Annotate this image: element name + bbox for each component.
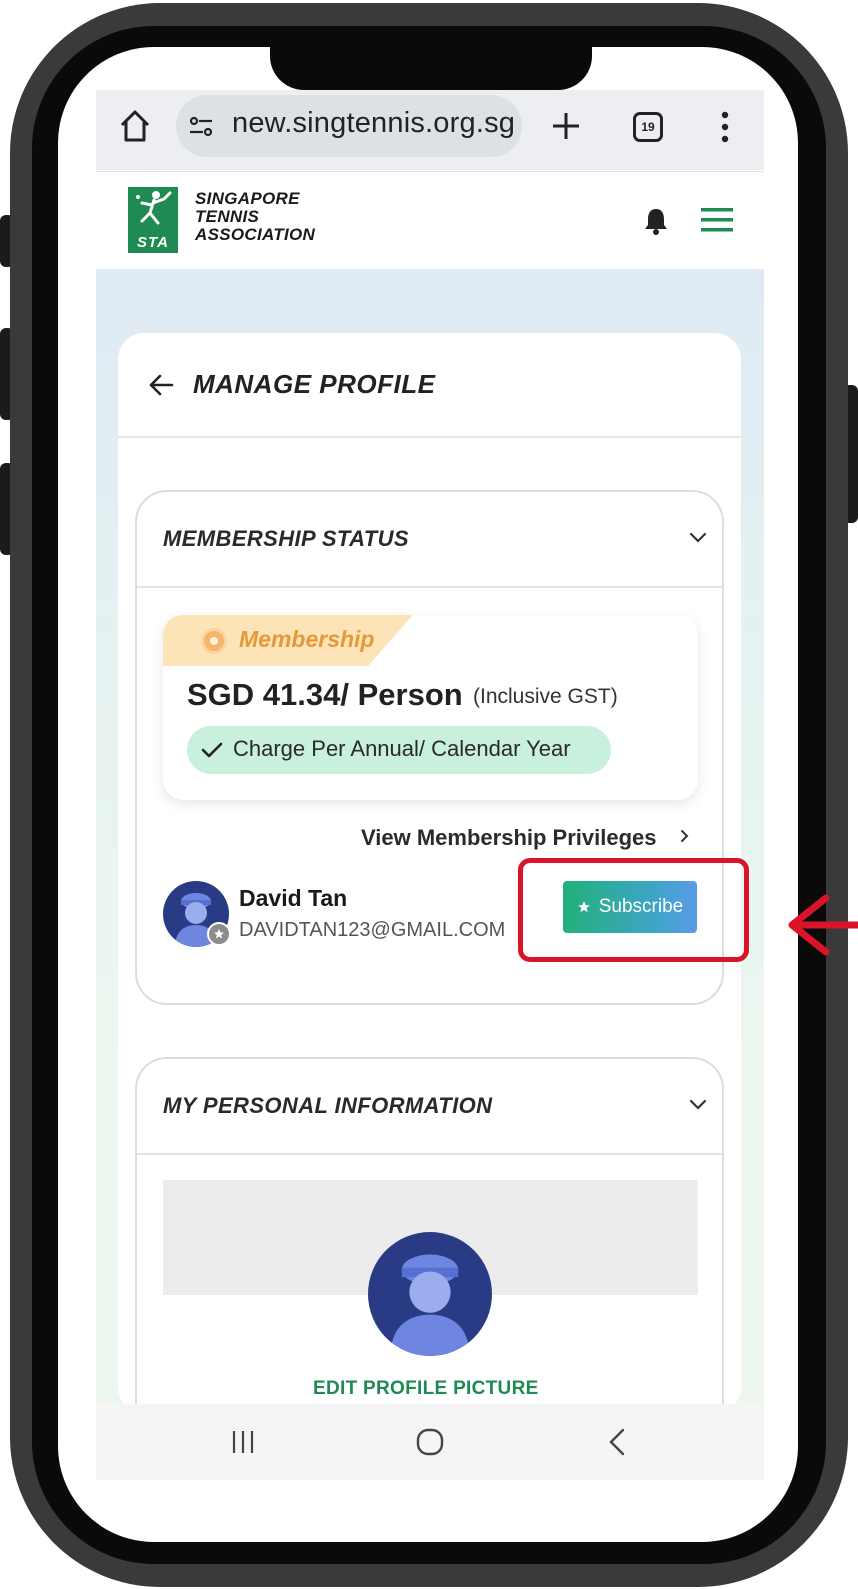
back-button-icon[interactable] — [607, 1427, 627, 1457]
notification-bell-icon[interactable] — [642, 206, 670, 236]
highlight-box — [518, 858, 749, 962]
charge-text: Charge Per Annual/ Calendar Year — [233, 736, 571, 761]
recent-apps-icon[interactable] — [230, 1429, 256, 1455]
site-settings-icon[interactable] — [188, 114, 214, 140]
hamburger-menu-icon[interactable] — [701, 207, 733, 233]
edit-profile-picture-link[interactable]: EDIT PROFILE PICTURE — [313, 1378, 539, 1400]
tennis-player-logo-icon — [136, 191, 172, 225]
membership-price: SGD 41.34/ Person — [187, 677, 463, 712]
membership-status-title[interactable]: MEMBERSHIP STATUS — [163, 526, 409, 552]
membership-coin-icon — [201, 628, 227, 654]
new-tab-plus-icon[interactable] — [550, 110, 582, 142]
member-badge-icon — [207, 922, 231, 946]
phone-mockup: new.singtennis.org.sg 19 STA SINGAPORE T… — [0, 0, 858, 1589]
back-arrow-icon[interactable] — [148, 373, 174, 397]
annotation-arrow-icon — [788, 894, 858, 956]
address-url[interactable]: new.singtennis.org.sg — [232, 107, 515, 140]
profile-picture[interactable] — [368, 1232, 492, 1356]
phone-notch — [270, 40, 592, 90]
header-divider — [118, 436, 741, 438]
brand-line-2: TENNIS — [195, 207, 260, 226]
chevron-down-icon[interactable] — [689, 532, 707, 544]
home-button-icon[interactable] — [415, 1427, 445, 1457]
home-icon[interactable] — [118, 108, 152, 144]
chevron-down-icon[interactable] — [689, 1099, 707, 1111]
personal-information-title[interactable]: MY PERSONAL INFORMATION — [163, 1093, 492, 1119]
user-name: David Tan — [239, 885, 348, 911]
tab-count: 19 — [641, 120, 655, 134]
section-divider — [137, 1153, 722, 1155]
brand-line-3: ASSOCIATION — [195, 225, 316, 244]
membership-tag-label: Membership — [239, 626, 375, 652]
price-note: (Inclusive GST) — [473, 685, 618, 708]
sta-logo-text: STA — [137, 234, 169, 251]
user-avatar-icon — [390, 1254, 470, 1356]
brand-line-1: SINGAPORE — [195, 189, 300, 208]
tabs-counter-icon[interactable]: 19 — [633, 112, 663, 142]
user-email: DAVIDTAN123@GMAIL.COM — [239, 919, 506, 941]
view-privileges-link[interactable]: View Membership Privileges — [361, 825, 657, 851]
site-brand-name[interactable]: SINGAPORE TENNIS ASSOCIATION — [195, 190, 315, 244]
page-title: MANAGE PROFILE — [193, 369, 436, 399]
sta-logo[interactable]: STA — [128, 187, 178, 253]
more-menu-icon[interactable] — [718, 110, 732, 144]
membership-plan-card: Membership SGD 41.34/ Person (Inclusive … — [163, 615, 698, 800]
section-divider — [137, 586, 722, 588]
chevron-right-icon[interactable] — [680, 829, 690, 843]
check-icon — [201, 742, 223, 758]
